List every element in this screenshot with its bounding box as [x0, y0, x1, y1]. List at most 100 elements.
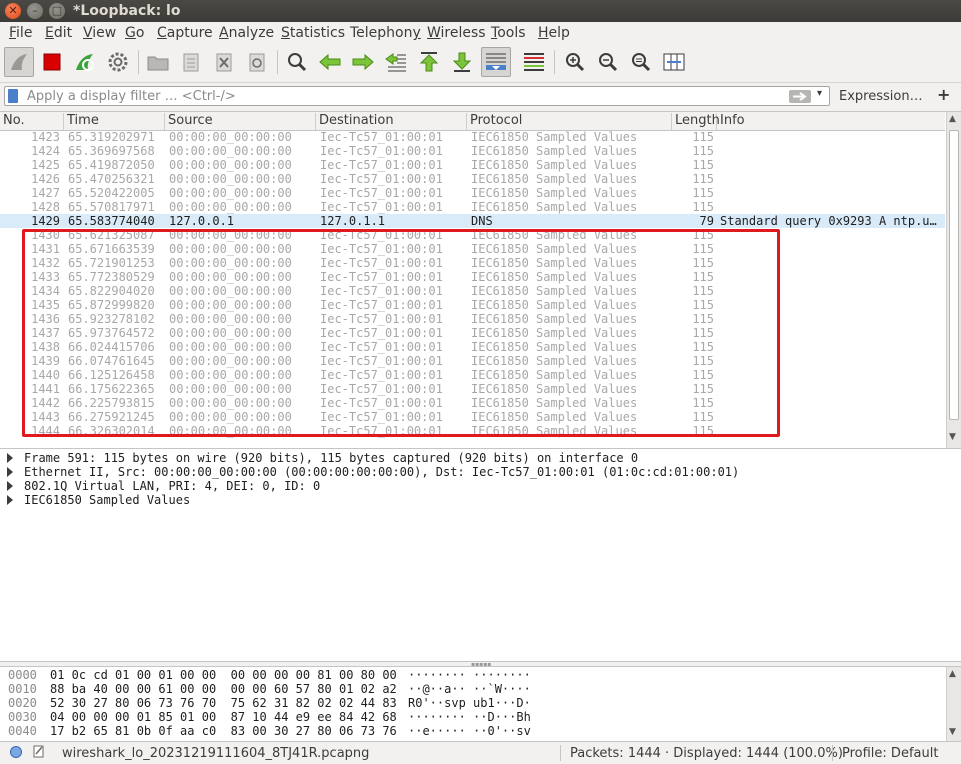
column-source[interactable]: Source — [165, 113, 316, 130]
detail-tree-item[interactable]: IEC61850 Sampled Values — [0, 493, 945, 507]
table-row[interactable]: 1442 66.225793815 00:00:00_00:00:00 Iec-Tc5… — [0, 396, 945, 410]
table-row[interactable]: 1427 65.520422005 00:00:00_00:00:00 Iec-Tc5… — [0, 186, 945, 200]
save-file-icon[interactable] — [176, 47, 206, 77]
cell-protocol: IEC61850 Sampled Values — [471, 144, 638, 158]
stop-capture-icon[interactable] — [37, 47, 67, 77]
bytes-row[interactable]: 0030 04 00 00 00 01 85 01 00 87 10 44 e9 … — [0, 710, 945, 724]
detail-tree-item[interactable]: 802.1Q Virtual LAN, PRI: 4, DEI: 0, ID: … — [0, 479, 945, 493]
menu-view[interactable]: View — [83, 25, 116, 41]
detail-tree-item[interactable]: Ethernet II, Src: 00:00:00_00:00:00 (00:… — [0, 465, 945, 479]
bookmark-icon[interactable] — [8, 89, 18, 103]
auto-scroll-icon[interactable] — [481, 47, 511, 77]
column-no[interactable]: No. — [0, 113, 64, 130]
menu-edit[interactable]: Edit — [45, 25, 72, 41]
go-back-arrow-icon[interactable] — [315, 47, 345, 77]
scroll-up-icon[interactable]: ▲ — [949, 669, 956, 679]
menu-capture[interactable]: Capture — [157, 25, 213, 41]
resize-columns-icon[interactable] — [659, 47, 689, 77]
find-packet-icon[interactable] — [282, 47, 312, 77]
profile-status[interactable]: Profile: Default — [842, 746, 938, 761]
capture-options-gear-icon[interactable] — [103, 47, 133, 77]
table-row[interactable]: 1423 65.319202971 00:00:00_00:00:00 Iec-Tc5… — [0, 130, 945, 144]
bytes-row[interactable]: 0020 52 30 27 80 06 73 76 70 75 62 31 82 … — [0, 696, 945, 710]
menu-file[interactable]: File — [9, 25, 32, 41]
pane-splitter-handle[interactable]: ▪▪▪▪▪ — [471, 661, 491, 668]
menu-telephony[interactable]: Telephony — [350, 25, 421, 41]
table-row[interactable]: 1425 65.419872050 00:00:00_00:00:00 Iec-Tc5… — [0, 158, 945, 172]
table-row[interactable]: 1434 65.822904020 00:00:00_00:00:00 Iec-Tc5… — [0, 284, 945, 298]
table-row[interactable]: 1440 66.125126458 00:00:00_00:00:00 Iec-Tc5… — [0, 368, 945, 382]
restart-capture-icon[interactable] — [70, 47, 100, 77]
expression-button[interactable]: Expression… — [839, 89, 923, 104]
go-last-packet-icon[interactable] — [447, 47, 477, 77]
go-first-packet-icon[interactable] — [414, 47, 444, 77]
bytes-scrollbar[interactable]: ▲ ▼ — [946, 667, 961, 741]
cell-length: 115 — [692, 242, 714, 256]
minimize-window-button[interactable]: – — [27, 3, 43, 19]
expand-arrow-icon[interactable] — [7, 453, 13, 463]
column-protocol[interactable]: Protocol — [467, 113, 672, 130]
column-info[interactable]: Info — [717, 113, 945, 130]
bytes-row[interactable]: 0010 88 ba 40 00 00 61 00 00 00 00 60 57 … — [0, 682, 945, 696]
open-folder-icon[interactable] — [143, 47, 173, 77]
go-to-packet-icon[interactable] — [381, 47, 411, 77]
scroll-up-icon[interactable]: ▲ — [949, 114, 956, 124]
apply-filter-arrow-icon[interactable] — [789, 90, 811, 103]
close-window-button[interactable]: ✕ — [5, 3, 21, 19]
zoom-in-icon[interactable] — [560, 47, 590, 77]
column-length[interactable]: Length — [672, 113, 720, 130]
display-filter-input[interactable]: Apply a display filter … <Ctrl-/> ▾ — [4, 86, 830, 106]
zoom-out-icon[interactable] — [593, 47, 623, 77]
table-row[interactable]: 1443 66.275921245 00:00:00_00:00:00 Iec-Tc5… — [0, 410, 945, 424]
menu-tools[interactable]: Tools — [491, 25, 526, 41]
menu-analyze[interactable]: Analyze — [219, 25, 274, 41]
add-filter-button[interactable]: + — [937, 85, 950, 104]
menu-wireless[interactable]: Wireless — [427, 25, 486, 41]
expand-arrow-icon[interactable] — [7, 467, 13, 477]
go-forward-arrow-icon[interactable] — [348, 47, 378, 77]
column-destination[interactable]: Destination — [316, 113, 467, 130]
table-row[interactable]: 1435 65.872999820 00:00:00_00:00:00 Iec-Tc5… — [0, 298, 945, 312]
cell-length: 115 — [692, 340, 714, 354]
column-time[interactable]: Time — [64, 113, 165, 130]
table-row[interactable]: 1444 66.326302014 00:00:00_00:00:00 Iec-Tc5… — [0, 424, 945, 438]
table-row[interactable]: 1431 65.671663539 00:00:00_00:00:00 Iec-Tc5… — [0, 242, 945, 256]
expert-info-icon[interactable] — [10, 746, 22, 758]
bytes-row[interactable]: 0000 01 0c cd 01 00 01 00 00 00 00 00 00 … — [0, 668, 945, 682]
close-file-icon[interactable] — [209, 47, 239, 77]
table-row[interactable]: 1437 65.973764572 00:00:00_00:00:00 Iec-Tc5… — [0, 326, 945, 340]
scroll-down-icon[interactable]: ▼ — [949, 727, 956, 737]
reload-file-icon[interactable] — [242, 47, 272, 77]
cell-length: 115 — [692, 354, 714, 368]
colorize-packets-icon[interactable] — [519, 47, 549, 77]
capture-comment-icon[interactable] — [33, 745, 45, 758]
bytes-row[interactable]: 0040 17 b2 65 81 0b 0f aa c0 83 00 30 27 … — [0, 724, 945, 738]
table-row[interactable]: 1429 65.583774040 127.0.0.1 127.0.1.1 DNS 79 S… — [0, 214, 945, 228]
cell-destination: Iec-Tc57_01:00:01 — [320, 382, 443, 396]
bytes-offset: 0010 — [8, 682, 37, 696]
menu-go[interactable]: Go — [125, 25, 144, 41]
menu-help[interactable]: Help — [538, 25, 570, 41]
detail-tree-item[interactable]: Frame 591: 115 bytes on wire (920 bits),… — [0, 451, 945, 465]
menu-statistics[interactable]: Statistics — [281, 25, 345, 41]
table-row[interactable]: 1436 65.923278102 00:00:00_00:00:00 Iec-Tc5… — [0, 312, 945, 326]
scrollbar-thumb[interactable] — [949, 130, 959, 420]
table-row[interactable]: 1430 65.621325087 00:00:00_00:00:00 Iec-Tc5… — [0, 228, 945, 242]
table-row[interactable]: 1428 65.570817971 00:00:00_00:00:00 Iec-Tc5… — [0, 200, 945, 214]
table-row[interactable]: 1424 65.369697568 00:00:00_00:00:00 Iec-Tc5… — [0, 144, 945, 158]
shark-fin-start-icon[interactable] — [4, 47, 34, 77]
normal-size-icon[interactable] — [626, 47, 656, 77]
table-row[interactable]: 1438 66.024415706 00:00:00_00:00:00 Iec-Tc5… — [0, 340, 945, 354]
table-row[interactable]: 1439 66.074761645 00:00:00_00:00:00 Iec-Tc5… — [0, 354, 945, 368]
table-row[interactable]: 1433 65.772380529 00:00:00_00:00:00 Iec-Tc5… — [0, 270, 945, 284]
filter-history-chevron-icon[interactable]: ▾ — [817, 88, 822, 99]
cell-no: 1435 — [31, 298, 60, 312]
maximize-window-button[interactable]: □ — [49, 3, 65, 19]
expand-arrow-icon[interactable] — [7, 481, 13, 491]
table-row[interactable]: 1426 65.470256321 00:00:00_00:00:00 Iec-Tc5… — [0, 172, 945, 186]
scroll-down-icon[interactable]: ▼ — [949, 432, 956, 442]
table-row[interactable]: 1441 66.175622365 00:00:00_00:00:00 Iec-Tc5… — [0, 382, 945, 396]
packet-list-scrollbar[interactable]: ▲ ▼ — [946, 112, 961, 448]
table-row[interactable]: 1432 65.721901253 00:00:00_00:00:00 Iec-Tc5… — [0, 256, 945, 270]
expand-arrow-icon[interactable] — [7, 495, 13, 505]
